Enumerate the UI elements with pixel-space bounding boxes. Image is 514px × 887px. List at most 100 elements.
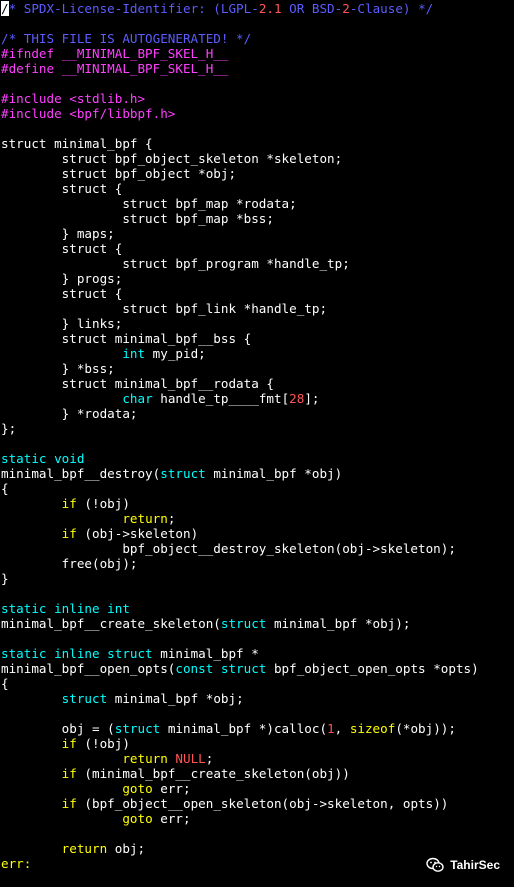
code-token: return: [61, 841, 108, 856]
code-token: #define __MINIMAL_BPF_SKEL_H__: [1, 61, 229, 76]
code-token: minimal_bpf *)calloc(: [160, 721, 328, 736]
code-token: int: [122, 346, 146, 361]
code-line: if (minimal_bpf__create_skeleton(obj)): [1, 766, 514, 781]
code-line: struct {: [1, 286, 514, 301]
code-token: struct: [160, 466, 206, 481]
code-line: } *bss;: [1, 361, 514, 376]
code-line: struct bpf_program *handle_tp;: [1, 256, 514, 271]
code-token: 2.1: [258, 1, 282, 16]
code-token: struct: [61, 691, 108, 706]
code-line: struct bpf_map *bss;: [1, 211, 514, 226]
code-line: return;: [1, 511, 514, 526]
code-line: {: [1, 676, 514, 691]
code-line: #include <stdlib.h>: [1, 91, 514, 106]
code-token: struct {: [1, 241, 123, 256]
code-token: char: [122, 391, 153, 406]
code-token: struct: [114, 721, 161, 736]
code-line: /* THIS FILE IS AUTOGENERATED! */: [1, 31, 514, 46]
code-token: NULL: [175, 751, 206, 766]
code-token: 1: [327, 721, 335, 736]
code-token: minimal_bpf *obj;: [107, 691, 244, 706]
code-line: minimal_bpf__destroy(struct minimal_bpf …: [1, 466, 514, 481]
code-token: -Clause) */: [349, 1, 434, 16]
code-token: } *bss;: [1, 361, 115, 376]
code-token: ;: [167, 511, 176, 526]
code-token: static void: [1, 451, 85, 466]
code-token: obj;: [107, 841, 146, 856]
code-line: struct {: [1, 241, 514, 256]
code-token: minimal_bpf *obj): [205, 466, 343, 481]
code-line: minimal_bpf__create_skeleton(struct mini…: [1, 616, 514, 631]
code-token: /* THIS FILE IS AUTOGENERATED! */: [1, 31, 252, 46]
code-line: if (bpf_object__open_skeleton(obj->skele…: [1, 796, 514, 811]
code-token: (minimal_bpf__create_skeleton(obj)): [76, 766, 350, 781]
code-line: static inline struct minimal_bpf *: [1, 646, 514, 661]
code-token: #ifndef __MINIMAL_BPF_SKEL_H__: [1, 46, 229, 61]
code-line: struct bpf_map *rodata;: [1, 196, 514, 211]
code-line: minimal_bpf__open_opts(const struct bpf_…: [1, 661, 514, 676]
code-line: } progs;: [1, 271, 514, 286]
code-token: err:: [1, 856, 32, 871]
code-token: OR BSD-: [281, 1, 343, 16]
code-token: if: [61, 796, 77, 811]
code-token: const struct: [175, 661, 267, 676]
code-token: } maps;: [1, 226, 115, 241]
code-line: free(obj);: [1, 556, 514, 571]
code-token: err;: [152, 781, 191, 796]
code-line: bpf_object__destroy_skeleton(obj->skelet…: [1, 541, 514, 556]
code-token: struct {: [1, 286, 123, 301]
code-line: struct bpf_link *handle_tp;: [1, 301, 514, 316]
code-line: struct minimal_bpf *obj;: [1, 691, 514, 706]
code-token: minimal_bpf__open_opts(: [1, 661, 176, 676]
code-token: ;: [205, 751, 214, 766]
code-token: struct minimal_bpf__rodata {: [1, 376, 274, 391]
code-token: minimal_bpf__destroy(: [1, 466, 161, 481]
code-token: err;: [152, 811, 191, 826]
code-line: #define __MINIMAL_BPF_SKEL_H__: [1, 61, 514, 76]
code-line: };: [1, 421, 514, 436]
code-token: struct minimal_bpf {: [1, 136, 153, 151]
text-cursor: /: [1, 1, 9, 16]
code-token: struct bpf_object *obj;: [1, 166, 237, 181]
code-token: struct {: [1, 181, 123, 196]
code-line: struct minimal_bpf {: [1, 136, 514, 151]
code-line: struct minimal_bpf__bss {: [1, 331, 514, 346]
code-token: goto: [122, 811, 153, 826]
code-token: (bpf_object__open_skeleton(obj->skeleton…: [76, 796, 449, 811]
code-token: struct minimal_bpf__bss {: [1, 331, 252, 346]
code-token: {: [1, 676, 9, 691]
code-token: } progs;: [1, 271, 123, 286]
code-token: (!obj): [76, 736, 130, 751]
code-token: };: [1, 421, 17, 436]
code-token: static inline struct: [1, 646, 153, 661]
code-token: minimal_bpf *obj);: [266, 616, 411, 631]
code-token: (*obj));: [395, 721, 456, 736]
code-line: static void: [1, 451, 514, 466]
code-line: } *rodata;: [1, 406, 514, 421]
code-line: }: [1, 571, 514, 586]
code-line: #include <bpf/libbpf.h>: [1, 106, 514, 121]
code-line: return NULL;: [1, 751, 514, 766]
code-token: struct bpf_program *handle_tp;: [1, 256, 350, 271]
code-token: handle_tp____fmt[: [152, 391, 290, 406]
code-line: struct {: [1, 181, 514, 196]
terminal-text-area[interactable]: /* SPDX-License-Identifier: (LGPL-2.1 OR…: [1, 1, 514, 887]
code-token: } links;: [1, 316, 123, 331]
code-line: if (!obj): [1, 496, 514, 511]
code-token: sizeof: [349, 721, 396, 736]
code-line: struct minimal_bpf__rodata {: [1, 376, 514, 391]
code-token: } *rodata;: [1, 406, 138, 421]
